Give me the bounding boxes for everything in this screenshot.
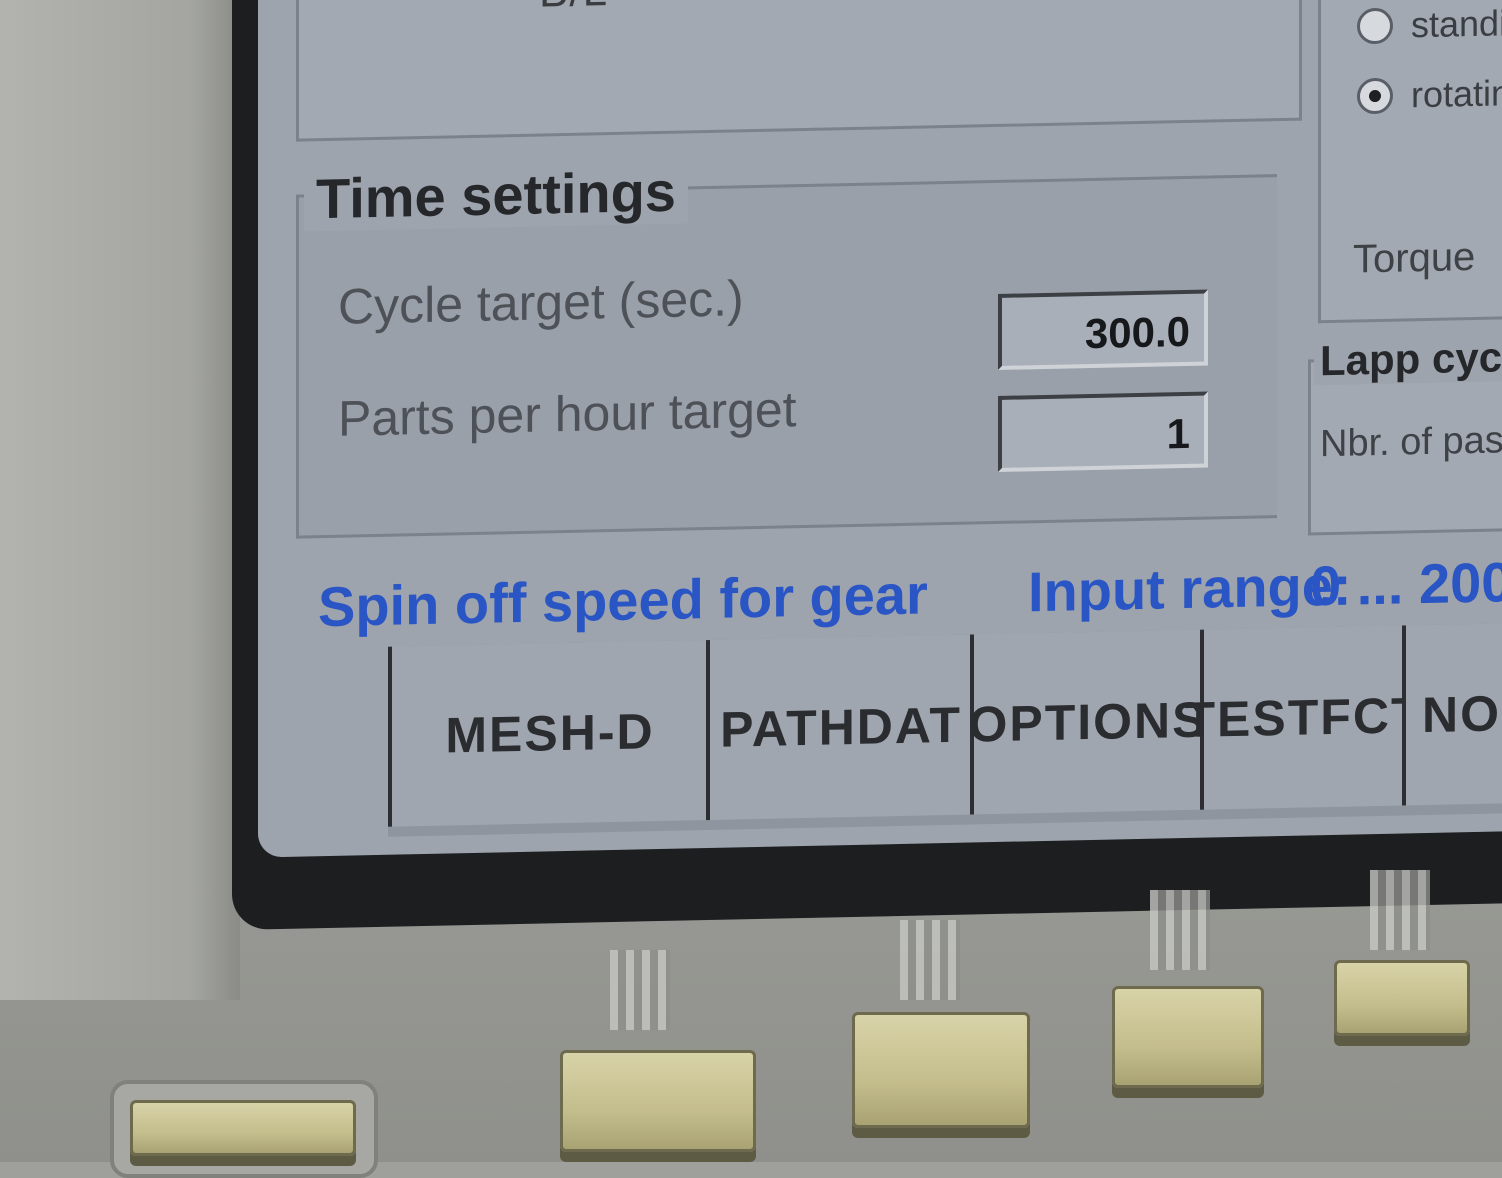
hardware-key-1[interactable] xyxy=(560,1050,756,1152)
status-message: Spin off speed for gear xyxy=(318,562,928,639)
key-grip-4 xyxy=(1370,870,1430,950)
key-grip-2 xyxy=(900,920,960,1000)
time-settings-title: Time settings xyxy=(304,158,688,232)
lapp-cycle-title: Lapp cyc. u xyxy=(1314,332,1502,386)
softkey-norm-label: NORM xyxy=(1422,683,1502,744)
parts-per-hour-label: Parts per hour target xyxy=(338,381,797,447)
key-grip-1 xyxy=(610,950,670,1030)
softkey-bar: MESH-D PATHDAT OPTIONS TESTFCT NORM xyxy=(388,622,1502,837)
top-group-label: B/L xyxy=(539,0,608,18)
cycle-target-input[interactable]: 300.0 xyxy=(998,289,1208,370)
softkey-options[interactable]: OPTIONS xyxy=(968,629,1208,815)
softkey-pathdat-label: PATHDAT xyxy=(720,696,962,758)
softkey-norm[interactable]: NORM xyxy=(1402,622,1502,806)
radio-standing-label: standin xyxy=(1411,1,1502,46)
cycle-target-label: Cycle target (sec.) xyxy=(338,270,744,335)
input-range-value: 0 ... 2000 xyxy=(1310,549,1502,618)
radio-button-icon[interactable] xyxy=(1357,7,1393,45)
softkey-testfct[interactable]: TESTFCT xyxy=(1185,625,1424,810)
softkey-testfct-label: TESTFCT xyxy=(1184,687,1424,749)
parts-per-hour-input[interactable]: 1 xyxy=(998,391,1208,472)
softkey-options-label: OPTIONS xyxy=(968,691,1208,753)
bezel-left-frame xyxy=(0,0,240,1000)
key-grip-3 xyxy=(1150,890,1210,970)
softkey-mesh-d[interactable]: MESH-D xyxy=(388,640,708,827)
hardware-key-3[interactable] xyxy=(1112,986,1264,1088)
monitor: B/L standin rotating Torque Time setting… xyxy=(232,0,1502,931)
display-area: B/L standin rotating Torque Time setting… xyxy=(258,0,1502,858)
radio-standing[interactable]: standin xyxy=(1357,2,1502,48)
rotation-mode-group: standin rotating Torque xyxy=(1318,0,1502,324)
top-group-box: B/L xyxy=(296,0,1302,142)
nbr-of-passes-label: Nbr. of pass xyxy=(1320,418,1502,466)
hardware-key-2[interactable] xyxy=(852,1012,1030,1128)
softkey-pathdat[interactable]: PATHDAT xyxy=(706,634,972,821)
softkey-mesh-d-label: MESH-D xyxy=(445,703,655,764)
torque-label: Torque xyxy=(1353,234,1476,282)
hardware-key-0[interactable] xyxy=(130,1100,356,1156)
hardware-key-4[interactable] xyxy=(1334,960,1470,1036)
radio-rotating[interactable]: rotating xyxy=(1357,72,1502,118)
input-range-label: Input range: xyxy=(1028,553,1352,624)
radio-rotating-label: rotating xyxy=(1411,71,1502,116)
radio-button-selected-icon[interactable] xyxy=(1357,77,1393,115)
